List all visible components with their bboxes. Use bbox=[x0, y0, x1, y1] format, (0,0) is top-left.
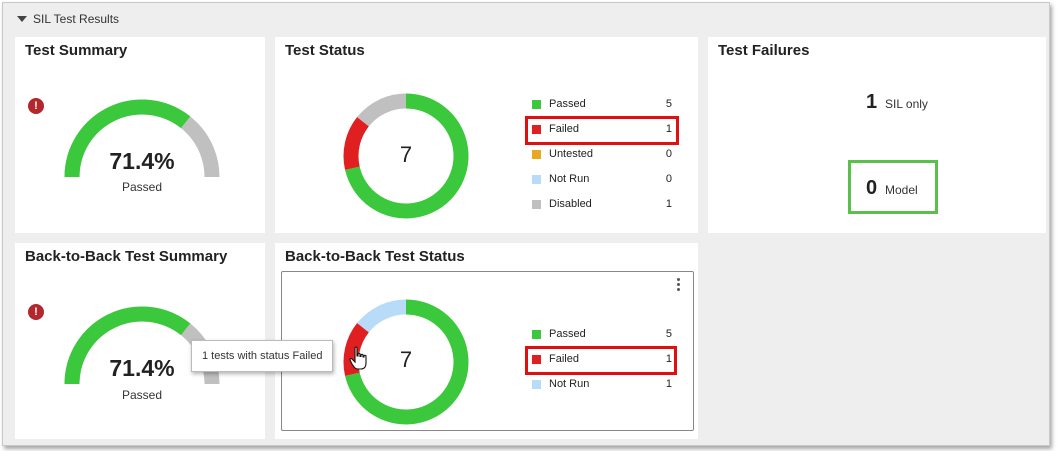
sil-only-count: 1 bbox=[866, 91, 878, 113]
legend-swatch bbox=[532, 149, 541, 159]
test-failures-card[interactable]: Test Failures 1 SIL only 0 Model bbox=[708, 37, 1046, 233]
model-label: Model bbox=[885, 183, 918, 197]
legend-swatch bbox=[532, 174, 541, 184]
legend-swatch bbox=[532, 329, 541, 339]
legend-count: 0 bbox=[665, 148, 672, 160]
legend-item-not-run[interactable]: Not Run bbox=[532, 170, 589, 188]
model-count: 0 bbox=[866, 177, 878, 199]
test-summary-gauge bbox=[64, 99, 220, 178]
legend-item-passed[interactable]: Passed bbox=[532, 95, 586, 113]
legend-item-passed[interactable]: Passed bbox=[532, 325, 586, 343]
legend-count: 1 bbox=[665, 198, 672, 210]
b2b-summary-value: 71.4% bbox=[109, 355, 175, 381]
legend-count: 0 bbox=[665, 173, 672, 185]
legend-swatch bbox=[532, 99, 541, 109]
legend-label: Passed bbox=[549, 328, 586, 340]
donut-slice-disabled[interactable] bbox=[357, 93, 407, 127]
section-header[interactable]: SIL Test Results bbox=[17, 12, 119, 26]
sil-only-label: SIL only bbox=[885, 97, 928, 111]
test-failures-title: Test Failures bbox=[718, 42, 810, 59]
legend-item-untested[interactable]: Untested bbox=[532, 145, 593, 163]
legend-count: 5 bbox=[665, 98, 672, 110]
legend-count: 1 bbox=[665, 378, 672, 390]
b2b-summary-label: Passed bbox=[121, 388, 163, 402]
failed-highlight-box bbox=[525, 116, 679, 145]
test-summary-label: Passed bbox=[121, 180, 163, 194]
test-status-legend: Passed 5 Failed 1 Untested 0 Not Run 0 Disabled 1 bbox=[532, 95, 682, 215]
test-status-card[interactable]: Test Status 7 Passed 5 Failed 1 Untested 0 Not… bbox=[275, 37, 698, 233]
legend-swatch bbox=[532, 379, 541, 389]
legend-label: Not Run bbox=[549, 173, 590, 185]
legend-label: Disabled bbox=[549, 198, 592, 210]
failed-tooltip: 1 tests with status Failed bbox=[191, 340, 334, 372]
section-title: SIL Test Results bbox=[33, 12, 120, 26]
donut-slice-failed[interactable] bbox=[343, 117, 370, 170]
test-status-total: 7 bbox=[399, 142, 413, 167]
legend-label: Untested bbox=[549, 148, 594, 160]
donut-slice-not-run[interactable] bbox=[357, 299, 407, 333]
failed-highlight-box bbox=[525, 346, 677, 375]
legend-label: Passed bbox=[549, 98, 586, 110]
legend-item-not-run[interactable]: Not Run bbox=[532, 375, 589, 393]
legend-label: Not Run bbox=[549, 378, 590, 390]
sil-test-results-panel: SIL Test Results Test Summary ! 71.4% Pa… bbox=[2, 2, 1050, 446]
hand-cursor-icon bbox=[349, 346, 367, 370]
b2b-status-total: 7 bbox=[399, 347, 413, 372]
legend-item-disabled[interactable]: Disabled bbox=[532, 195, 592, 213]
test-summary-value: 71.4% bbox=[109, 148, 175, 174]
b2b-status-card[interactable]: Back-to-Back Test Status 7 Passed 5 Failed… bbox=[275, 243, 698, 439]
test-summary-card[interactable]: Test Summary ! 71.4% Passed bbox=[15, 37, 265, 233]
legend-count: 5 bbox=[665, 328, 672, 340]
legend-swatch bbox=[532, 199, 541, 209]
collapse-triangle-icon[interactable] bbox=[17, 16, 27, 22]
